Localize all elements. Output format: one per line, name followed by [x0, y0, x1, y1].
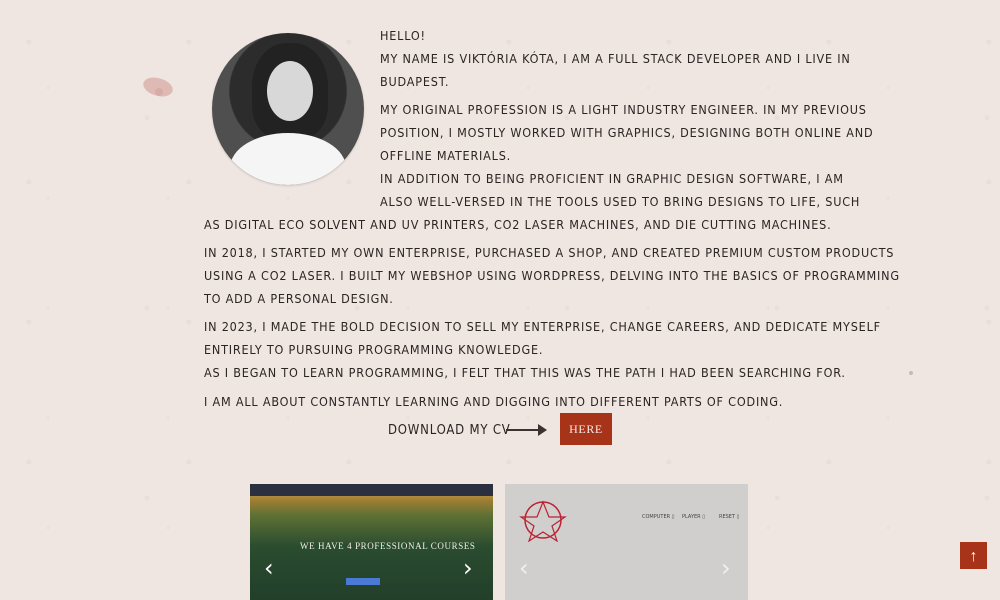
paper-speck: [909, 371, 913, 375]
about-line-16: I AM ALL ABOUT CONSTANTLY LEARNING AND D…: [204, 394, 784, 409]
chevron-right-icon[interactable]: ›: [463, 556, 473, 580]
about-line-14: ENTIRELY TO PURSUING PROGRAMMING KNOWLED…: [204, 342, 544, 357]
about-line-4: MY ORIGINAL PROFESSION IS A LIGHT INDUST…: [380, 102, 867, 117]
project-topbar: [250, 484, 493, 496]
chevron-right-icon[interactable]: ›: [721, 556, 731, 580]
arrow-right-icon: [506, 429, 540, 431]
golf-hero-title: WE HAVE 4 PROFESSIONAL COURSES: [300, 541, 476, 551]
decorative-petal: [140, 72, 176, 102]
game-logo-icon: [519, 500, 567, 542]
about-line-15: AS I BEGAN TO LEARN PROGRAMMING, I FELT …: [204, 365, 846, 380]
about-line-11: USING A CO2 LASER. I BUILT MY WEBSHOP US…: [204, 268, 900, 283]
about-line-2: MY NAME IS VIKTÓRIA KÓTA, I AM A FULL ST…: [380, 51, 851, 66]
golf-cta-button[interactable]: [346, 578, 380, 585]
about-line-7: IN ADDITION TO BEING PROFICIENT IN GRAPH…: [380, 171, 844, 186]
about-line-10: IN 2018, I STARTED MY OWN ENTERPRISE, PU…: [204, 245, 895, 260]
chevron-left-icon[interactable]: ‹: [519, 556, 529, 580]
game-nav-reset[interactable]: RESET ▯: [719, 514, 739, 520]
profile-photo: [212, 33, 364, 185]
arrow-right-icon-head: [538, 424, 547, 436]
game-nav-player[interactable]: PLAYER ▯: [682, 514, 705, 520]
project-card-golf[interactable]: WE HAVE 4 PROFESSIONAL COURSES ‹ ›: [250, 484, 493, 600]
about-line-8: ALSO WELL-VERSED IN THE TOOLS USED TO BR…: [380, 194, 861, 209]
download-cv-label: DOWNLOAD MY CV: [388, 423, 511, 438]
about-line-1: HELLO!: [380, 28, 426, 43]
chevron-left-icon[interactable]: ‹: [264, 556, 274, 580]
about-line-3: BUDAPEST.: [380, 74, 450, 89]
about-line-13: IN 2023, I MADE THE BOLD DECISION TO SEL…: [204, 319, 881, 334]
game-nav-computer[interactable]: COMPUTER ▯: [642, 514, 674, 520]
about-line-12: TO ADD A PERSONAL DESIGN.: [204, 291, 394, 306]
download-cv-button[interactable]: HERE: [560, 413, 612, 445]
about-line-6: OFFLINE MATERIALS.: [380, 148, 512, 163]
about-line-9: AS DIGITAL ECO SOLVENT AND UV PRINTERS, …: [204, 217, 832, 232]
scroll-top-button[interactable]: ↑: [960, 542, 987, 569]
project-card-game[interactable]: COMPUTER ▯ PLAYER ▯ RESET ▯ ‹ ›: [505, 484, 748, 600]
about-line-5: POSITION, I MOSTLY WORKED WITH GRAPHICS,…: [380, 125, 874, 140]
arrow-up-icon: ↑: [969, 548, 978, 565]
